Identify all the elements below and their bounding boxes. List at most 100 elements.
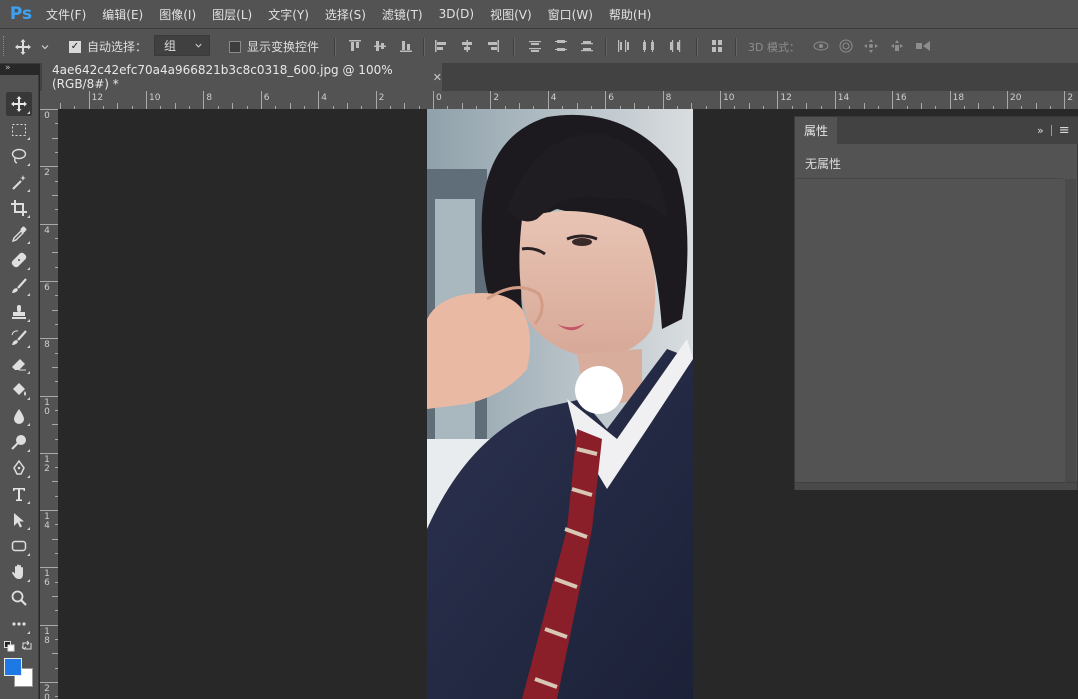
menu-edit[interactable]: 编辑(E) bbox=[94, 0, 151, 28]
show-transform-option[interactable]: 显示变换控件 bbox=[229, 38, 319, 55]
ruler-label: 12 bbox=[44, 454, 50, 474]
marquee-icon bbox=[12, 124, 26, 136]
paint-bucket-tool[interactable] bbox=[6, 378, 32, 402]
brush-tool[interactable] bbox=[6, 274, 32, 298]
ruler-label: 14 bbox=[44, 512, 50, 532]
tab-properties[interactable]: 属性 bbox=[795, 117, 837, 144]
swap-colors-icon[interactable] bbox=[21, 640, 33, 655]
options-divider bbox=[334, 38, 336, 56]
distribute-horizontal-centers-icon[interactable] bbox=[641, 38, 657, 54]
hand-tool[interactable] bbox=[6, 560, 32, 584]
align-vertical-centers-icon[interactable] bbox=[372, 38, 388, 54]
eyedropper-tool[interactable] bbox=[6, 222, 32, 246]
menu-bar: Ps 文件(F) 编辑(E) 图像(I) 图层(L) 文字(Y) 选择(S) 滤… bbox=[0, 0, 1078, 29]
document-image[interactable] bbox=[427, 109, 693, 699]
properties-scrollbar[interactable] bbox=[1065, 179, 1076, 482]
ruler-tick bbox=[88, 91, 90, 109]
panel-menu-icon[interactable]: ≡ bbox=[1059, 123, 1070, 138]
pen-tool[interactable] bbox=[6, 456, 32, 480]
ruler-label: 6 bbox=[608, 93, 614, 103]
align-bottom-edges-icon[interactable] bbox=[398, 38, 414, 54]
3d-slide-icon[interactable] bbox=[889, 38, 905, 54]
menu-image[interactable]: 图像(I) bbox=[151, 0, 204, 28]
eraser-icon bbox=[12, 359, 26, 371]
3d-pan-icon[interactable] bbox=[863, 38, 879, 54]
ruler-tick bbox=[834, 91, 836, 109]
ruler-tick bbox=[1064, 91, 1066, 109]
menu-window[interactable]: 窗口(W) bbox=[540, 0, 601, 28]
show-transform-checkbox[interactable] bbox=[229, 40, 241, 53]
paint-bucket-icon bbox=[13, 383, 26, 396]
crop-tool[interactable] bbox=[6, 196, 32, 220]
foreground-color-swatch[interactable] bbox=[4, 658, 22, 676]
more-tools-icon bbox=[12, 622, 26, 626]
ruler-tick bbox=[777, 91, 779, 109]
default-colors-icon[interactable] bbox=[4, 641, 15, 655]
document-tab[interactable]: 4ae642c42efc70a4a966821b3c8c0318_600.jpg… bbox=[42, 63, 442, 91]
menu-layer[interactable]: 图层(L) bbox=[204, 0, 260, 28]
options-bar-grip[interactable] bbox=[3, 36, 8, 56]
rectangle-icon bbox=[11, 540, 27, 552]
zoom-tool[interactable] bbox=[6, 586, 32, 610]
distribute-top-edges-icon[interactable] bbox=[527, 38, 543, 54]
align-horizontal-centers-icon[interactable] bbox=[459, 38, 475, 54]
3d-roll-icon[interactable] bbox=[838, 38, 854, 54]
distribute-left-edges-icon[interactable] bbox=[615, 38, 631, 54]
photoshop-logo[interactable]: Ps bbox=[4, 0, 38, 28]
distribute-right-edges-icon[interactable] bbox=[667, 38, 683, 54]
blur-tool[interactable] bbox=[6, 404, 32, 428]
ruler-label: 16 bbox=[44, 569, 50, 589]
type-tool[interactable] bbox=[6, 482, 32, 506]
menu-filter[interactable]: 滤镜(T) bbox=[374, 0, 431, 28]
menu-view[interactable]: 视图(V) bbox=[482, 0, 540, 28]
ruler-label: 16 bbox=[895, 93, 907, 103]
ruler-label: 6 bbox=[263, 93, 270, 103]
ruler-label: 6 bbox=[44, 282, 50, 293]
3d-scale-icon[interactable] bbox=[914, 38, 930, 54]
horizontal-ruler[interactable]: 12 10 8 6 4 2 0 2 4 6 8 10 12 14 16 18 20 2 bbox=[40, 91, 1078, 110]
path-selection-tool[interactable] bbox=[6, 508, 32, 532]
tool-preset-picker[interactable] bbox=[14, 36, 58, 58]
toolbar-collapse-button[interactable]: » bbox=[0, 63, 45, 75]
move-tool[interactable] bbox=[6, 92, 32, 116]
magic-wand-tool[interactable] bbox=[6, 170, 32, 194]
3d-orbit-icon[interactable] bbox=[812, 38, 829, 54]
properties-resize-handle[interactable] bbox=[795, 482, 1077, 490]
eraser-tool[interactable] bbox=[6, 352, 32, 376]
align-left-edges-icon[interactable] bbox=[433, 38, 449, 54]
clone-stamp-tool[interactable] bbox=[6, 300, 32, 324]
menu-select[interactable]: 选择(S) bbox=[317, 0, 374, 28]
ruler-label: 20 bbox=[44, 684, 50, 699]
menu-type[interactable]: 文字(Y) bbox=[260, 0, 317, 28]
auto-align-layers-icon[interactable] bbox=[709, 38, 725, 54]
menu-help[interactable]: 帮助(H) bbox=[601, 0, 659, 28]
vertical-ruler[interactable]: 0 2 4 6 8 10 12 14 16 18 20 bbox=[40, 109, 59, 699]
ruler-tick bbox=[40, 624, 58, 626]
auto-select-checkbox[interactable]: ✓ bbox=[69, 40, 81, 53]
history-brush-tool[interactable] bbox=[6, 326, 32, 350]
portrait-photo bbox=[427, 109, 693, 699]
lasso-tool[interactable] bbox=[6, 144, 32, 168]
auto-select-option[interactable]: ✓ 自动选择： bbox=[69, 38, 147, 55]
show-transform-label: 显示变换控件 bbox=[247, 40, 320, 54]
ruler-label: 2 bbox=[493, 93, 500, 103]
align-top-edges-icon[interactable] bbox=[347, 38, 363, 54]
ruler-origin[interactable] bbox=[40, 91, 58, 109]
menu-file[interactable]: 文件(F) bbox=[38, 0, 94, 28]
align-right-edges-icon[interactable] bbox=[485, 38, 501, 54]
auto-select-target-dropdown[interactable]: 组 bbox=[154, 35, 210, 56]
ruler-label: 4 bbox=[44, 225, 50, 236]
rectangle-tool[interactable] bbox=[6, 534, 32, 558]
ruler-tick bbox=[146, 91, 147, 109]
distribute-bottom-edges-icon[interactable] bbox=[579, 38, 595, 54]
properties-empty-text: 无属性 bbox=[805, 157, 842, 171]
dodge-icon bbox=[11, 435, 26, 450]
marquee-tool[interactable] bbox=[6, 118, 32, 142]
close-icon[interactable]: ✕ bbox=[433, 71, 442, 84]
healing-brush-tool[interactable] bbox=[6, 248, 32, 272]
dodge-tool[interactable] bbox=[6, 430, 32, 454]
panel-collapse-button[interactable]: » bbox=[1037, 124, 1044, 137]
menu-3d[interactable]: 3D(D) bbox=[431, 0, 482, 28]
distribute-vertical-centers-icon[interactable] bbox=[553, 38, 569, 54]
more-tools-button[interactable] bbox=[6, 612, 32, 636]
